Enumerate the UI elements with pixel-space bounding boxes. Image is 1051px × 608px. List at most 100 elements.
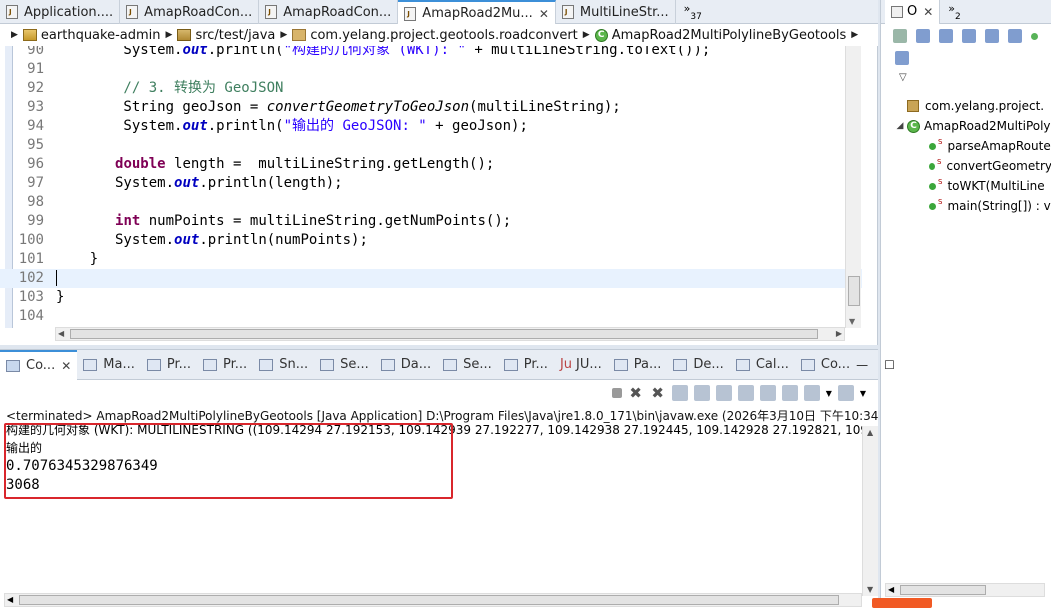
tab-snippets[interactable]: Sn... [253,350,314,380]
progress-icon [503,358,518,371]
clear-console-icon[interactable] [671,385,688,401]
pin-console-icon[interactable] [781,385,798,401]
tab-junit[interactable]: Ju JU... [554,350,608,380]
code-line: 100 System.out.println(numPoints); [18,232,368,248]
tab-console[interactable]: Co... ✕ [0,349,78,380]
console-horizontal-scrollbar[interactable]: ◀ [4,593,862,607]
arrow-left-icon[interactable]: ◀ [58,328,64,340]
tab-outline[interactable]: O ✕ [885,0,941,24]
tab-debug[interactable]: De... [667,350,729,380]
close-icon[interactable]: ✕ [923,5,933,19]
arrow-down-icon[interactable]: ▼ [849,317,855,326]
tree-item-method[interactable]: S main(String[]) : v [881,196,1051,216]
tab-problems[interactable]: Pr... [141,350,197,380]
collapse-all-icon[interactable] [916,29,930,43]
problems-icon [146,358,161,371]
tab-properties[interactable]: Pr... [197,350,253,380]
editor-tab-4-active[interactable]: AmapRoad2Mu...✕ [398,0,556,25]
code-editor[interactable]: 90 System.out.println("构建的几何对象 (WKT): " … [0,46,862,328]
tab-data-source[interactable]: Da... [375,350,437,380]
tab-markers[interactable]: Ma... [77,350,141,380]
scroll-lock-icon[interactable] [693,385,710,401]
editor-area: Application.... AmapRoadCon... AmapRoadC… [0,0,878,345]
tab-servers[interactable]: Se... [314,350,375,380]
chevron-down-icon[interactable]: ▼ [826,389,832,398]
editor-tab-3[interactable]: AmapRoadCon... [259,0,399,24]
console-toolbar: ✖ ✖ ▼ ▼ [0,380,878,406]
output-line: 构建的几何对象 (WKT): MULTILINESTRING ((109.142… [6,425,862,437]
breadcrumb-project[interactable]: earthquake-admin [41,28,161,43]
chevron-right-icon: ▶ [582,30,590,40]
tab-overflow-button[interactable]: » 37 [676,0,710,24]
hide-non-public-icon[interactable] [1008,29,1022,43]
output-line: 输出的 [6,441,43,455]
outline-tab-overflow[interactable]: » 2 [940,0,968,24]
scroll-thumb[interactable] [19,595,839,605]
outline-horizontal-scrollbar[interactable]: ◀ [885,583,1045,597]
public-method-icon [929,202,936,210]
static-badge-icon: S [938,198,943,206]
breadcrumb-package[interactable]: com.yelang.project.geotools.roadconvert [310,28,577,43]
tab-search[interactable]: Se... [437,350,498,380]
expanded-triangle-icon[interactable]: ◢ [895,121,905,131]
code-line: 93 String geoJson = convertGeometryToGeo… [27,99,621,115]
editor-horizontal-scrollbar[interactable]: ◀ ▶ [55,327,845,341]
code-line: 97 System.out.println(length); [27,175,343,191]
tab-package[interactable]: Pa... [608,350,668,380]
console-vertical-scrollbar[interactable]: ▲ ▼ [862,426,878,596]
tree-item-method[interactable]: S parseAmapRoute [881,136,1051,156]
search-icon [443,358,458,371]
remove-launch-icon[interactable]: ✖ [628,385,644,401]
view-menu-icon[interactable]: ▽ [899,72,907,83]
maximize-icon[interactable]: ☐ [884,358,895,372]
editor-tab-5[interactable]: MultiLineStr... [556,0,676,24]
scroll-thumb[interactable] [900,585,986,595]
breadcrumb-class[interactable]: AmapRoad2MultiPolylineByGeotools [612,28,847,43]
editor-vertical-scrollbar[interactable]: ▼ [845,46,861,328]
tab-coverage[interactable]: Co... [795,350,856,380]
outline-tab-bar: O ✕ » 2 [881,0,1051,24]
chevron-down-icon[interactable]: ▼ [860,389,866,398]
tab-progress[interactable]: Pr... [498,350,554,380]
hide-local-types-icon[interactable] [1031,32,1038,40]
tree-item-method[interactable]: S convertGeometry [881,156,1051,176]
editor-tab-1[interactable]: Application.... [0,0,121,24]
terminate-icon[interactable] [611,388,622,398]
remove-all-icon[interactable]: ✖ [650,385,666,401]
focus-icon[interactable] [895,51,909,65]
link-editor-icon[interactable] [893,29,907,43]
arrow-left-icon[interactable]: ◀ [7,594,13,606]
tab-call-hierarchy[interactable]: Cal... [730,350,795,380]
editor-tab-bar: Application.... AmapRoadCon... AmapRoadC… [0,0,878,25]
close-icon[interactable]: ✕ [61,359,71,373]
open-console-icon[interactable] [837,385,854,401]
arrow-down-icon[interactable]: ▼ [867,585,873,594]
tree-item-method[interactable]: S toWKT(MultiLine [881,176,1051,196]
word-wrap-icon[interactable] [715,385,732,401]
public-method-icon [929,142,936,150]
close-icon[interactable]: ✕ [539,7,549,21]
tree-item-package[interactable]: com.yelang.project. [881,96,1051,116]
code-line: 101 } [18,251,99,267]
hide-fields-icon[interactable] [962,29,976,43]
scroll-thumb[interactable] [70,329,818,339]
hide-static-icon[interactable] [985,29,999,43]
scroll-thumb[interactable] [848,276,860,306]
arrow-left-icon[interactable]: ◀ [888,584,894,596]
arrow-right-icon[interactable]: ▶ [836,328,842,340]
arrow-up-icon[interactable]: ▲ [867,428,873,437]
display-console-icon[interactable] [803,385,820,401]
servers-icon [320,358,335,371]
show-on-error-icon[interactable] [759,385,776,401]
chevron-right-icon: ▶ [165,30,173,40]
code-line: 98 [27,194,44,210]
sort-az-icon[interactable] [939,29,953,43]
console-output[interactable]: 构建的几何对象 (WKT): MULTILINESTRING ((109.142… [0,425,862,585]
editor-tab-2[interactable]: AmapRoadCon... [120,0,260,24]
outline-icon [891,5,903,18]
minimize-icon[interactable]: — [856,358,868,372]
breadcrumb-source-folder[interactable]: src/test/java [195,28,275,43]
tree-item-class[interactable]: ◢ C AmapRoad2MultiPoly [881,116,1051,136]
output-line: 3068 [6,477,40,493]
show-on-output-icon[interactable] [737,385,754,401]
